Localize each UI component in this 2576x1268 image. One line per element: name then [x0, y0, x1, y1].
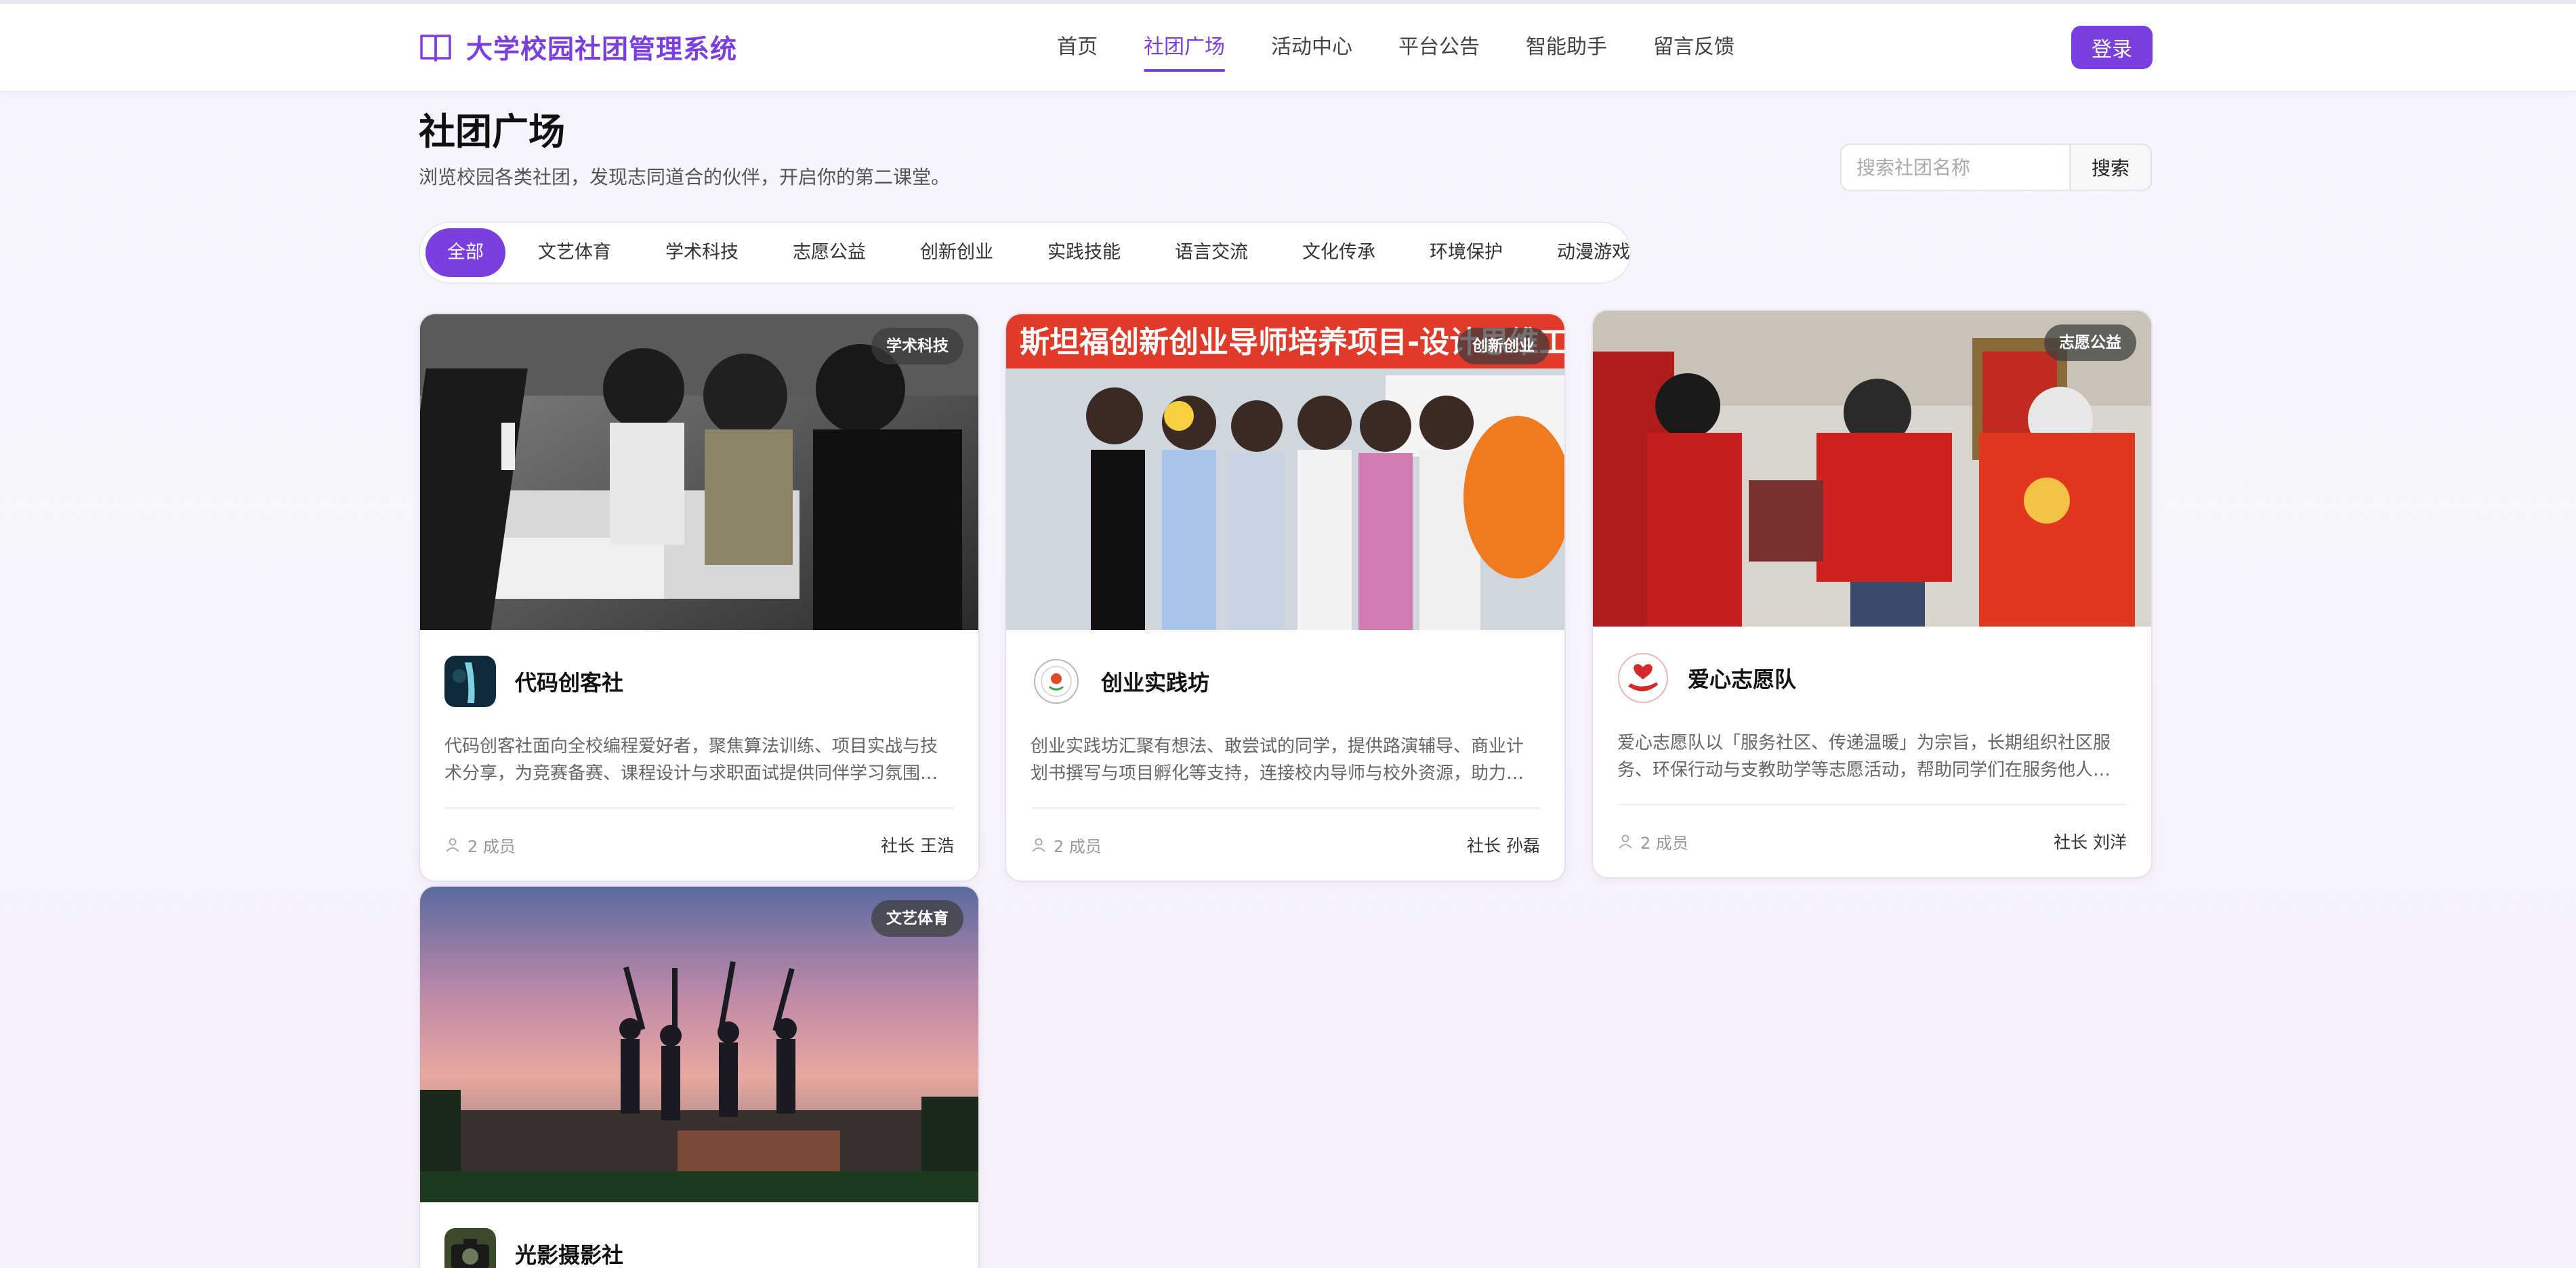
- filter-all[interactable]: 全部: [425, 228, 505, 277]
- login-button[interactable]: 登录: [2071, 26, 2153, 69]
- club-card[interactable]: 文艺体育 光影摄影社: [419, 885, 980, 1268]
- category-badge: 学术科技: [871, 328, 963, 364]
- club-photo: 文艺体育: [420, 887, 978, 1202]
- user-icon: [1619, 834, 1632, 849]
- club-name: 光影摄影社: [515, 1242, 624, 1268]
- category-badge: 创新创业: [1457, 328, 1550, 364]
- club-name: 创业实践坊: [1101, 670, 1210, 696]
- filter-academic-tech[interactable]: 学术科技: [644, 228, 760, 277]
- heart-hand-logo-icon: [1617, 652, 1669, 704]
- main-nav: 首页 社团广场 活动中心 平台公告 智能助手 留言反馈: [1057, 27, 1781, 72]
- filter-volunteer[interactable]: 志愿公益: [771, 228, 888, 277]
- club-description: 代码创客社面向全校编程爱好者，聚焦算法训练、项目实战与技术分享，为竞赛备赛、课程…: [444, 736, 938, 784]
- filter-entrepreneurship[interactable]: 创新创业: [898, 228, 1015, 277]
- nav-feedback[interactable]: 留言反馈: [1653, 27, 1734, 68]
- club-search: 搜索: [1840, 144, 2152, 191]
- filter-arts-sports[interactable]: 文艺体育: [516, 228, 633, 277]
- club-description: 创业实践坊汇聚有想法、敢尝试的同学，提供路演辅导、商业计划书撰写与项目孵化等支持…: [1031, 736, 1524, 784]
- club-description: 爱心志愿队以「服务社区、传递温暖」为宗旨，长期组织社区服务、环保行动与支教助学等…: [1617, 733, 2111, 780]
- member-count: 2 成员: [444, 833, 516, 857]
- nav-ai-assistant[interactable]: 智能助手: [1526, 27, 1607, 68]
- user-icon: [1032, 838, 1045, 852]
- category-badge: 文艺体育: [871, 900, 963, 937]
- brand-name: 大学校园社团管理系统: [466, 35, 738, 65]
- brand[interactable]: 大学校园社团管理系统: [419, 28, 737, 66]
- club-leader: 社长 孙磊: [1467, 836, 1540, 855]
- club-card[interactable]: 斯坦福创新创业导师培养项目-设计思维工作坊 创新创业: [1005, 313, 1566, 882]
- filter-environment[interactable]: 环境保护: [1408, 228, 1524, 277]
- filter-anime-games[interactable]: 动漫游戏: [1535, 228, 1652, 277]
- club-name: 代码创客社: [515, 670, 624, 696]
- search-button[interactable]: 搜索: [2069, 144, 2152, 191]
- page-title: 社团广场: [419, 110, 565, 153]
- club-leader: 社长 王浩: [881, 836, 954, 855]
- top-navigation-bar: 大学校园社团管理系统 首页 社团广场 活动中心 平台公告 智能助手 留言反馈 登…: [0, 0, 2576, 92]
- waterfall-logo-icon: [444, 656, 496, 707]
- club-card[interactable]: 学术科技 代码创客社 代码创客社面向全校编程爱好者，聚焦算法训练、项目实战与技术…: [419, 313, 980, 882]
- category-filter-bar: 全部 文艺体育 学术科技 志愿公益 创新创业 实践技能 语言交流 文化传承 环境…: [419, 221, 1632, 284]
- member-count: 2 成员: [1031, 833, 1102, 857]
- search-input[interactable]: [1840, 144, 2069, 191]
- nav-announcements[interactable]: 平台公告: [1398, 27, 1480, 68]
- club-name: 爱心志愿队: [1688, 667, 1797, 692]
- club-card[interactable]: 志愿公益 爱心志愿队 爱心志愿队以「服务社区、传递温暖」为宗旨，长期组织社区服务…: [1592, 310, 2153, 879]
- club-photo: 斯坦福创新创业导师培养项目-设计思维工作坊 创新创业: [1006, 314, 1564, 630]
- club-photo: 学术科技: [420, 314, 978, 630]
- nav-home[interactable]: 首页: [1057, 27, 1098, 68]
- filter-language[interactable]: 语言交流: [1153, 228, 1270, 277]
- club-photo: 志愿公益: [1593, 311, 2151, 627]
- round-seal-logo-icon: [1031, 656, 1082, 707]
- category-badge: 志愿公益: [2044, 324, 2136, 361]
- club-leader: 社长 刘洋: [2054, 832, 2127, 852]
- filter-practical-skills[interactable]: 实践技能: [1026, 228, 1142, 277]
- window-top-edge: [0, 0, 2576, 4]
- nav-activity-center[interactable]: 活动中心: [1271, 27, 1352, 68]
- filter-culture[interactable]: 文化传承: [1281, 228, 1397, 277]
- camera-logo-icon: [444, 1228, 496, 1268]
- member-count: 2 成员: [1617, 830, 1688, 853]
- open-book-icon: [420, 35, 451, 62]
- nav-club-square[interactable]: 社团广场: [1144, 27, 1225, 72]
- user-icon: [446, 838, 459, 852]
- page-subtitle: 浏览校园各类社团，发现志同道合的伙伴，开启你的第二课堂。: [419, 166, 951, 188]
